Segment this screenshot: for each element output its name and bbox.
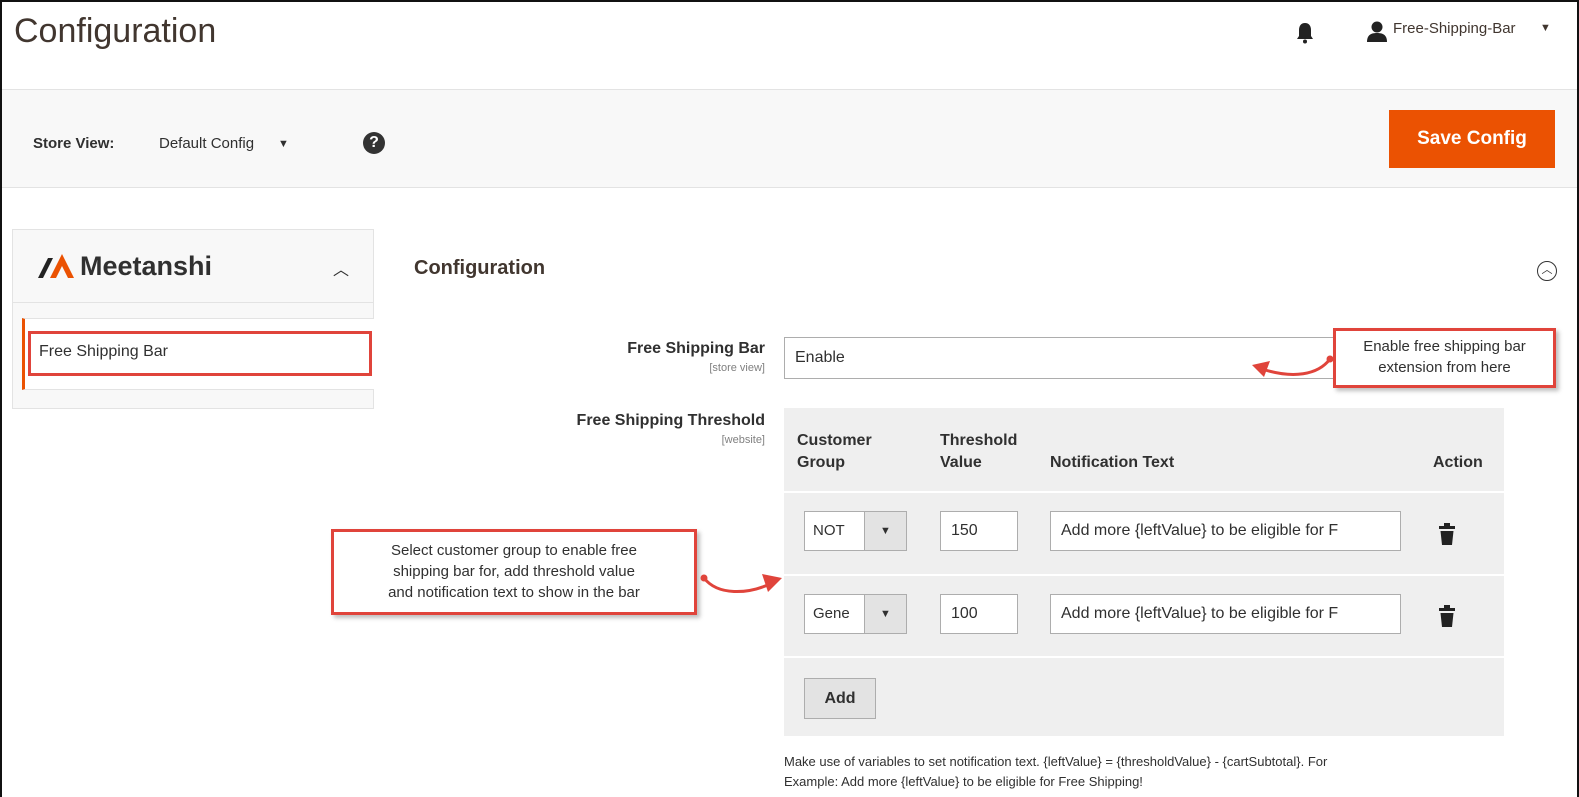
brand-name: Meetanshi <box>80 251 213 281</box>
notification-text-input[interactable]: Add more {leftValue} to be eligible for … <box>1050 511 1401 551</box>
user-icon[interactable] <box>1366 20 1388 42</box>
callout-arrow-icon <box>700 574 782 594</box>
customer-group-select[interactable]: Gene ▼ <box>804 594 907 634</box>
scope-store-view: [store view] <box>709 362 765 374</box>
notification-help-note: Make use of variables to set notificatio… <box>784 754 1328 789</box>
grid-divider <box>784 656 1504 658</box>
callout-customer-group: Select customer group to enable free shi… <box>331 529 697 615</box>
meetanshi-logo-icon <box>38 254 74 278</box>
callout-arrow-icon <box>1252 355 1334 377</box>
threshold-value-input[interactable]: 150 <box>940 511 1018 551</box>
store-view-label: Store View: <box>33 135 115 152</box>
user-name[interactable]: Free-Shipping-Bar <box>1393 20 1516 37</box>
chevron-down-icon: ▼ <box>864 512 906 550</box>
sidebar-item-label[interactable]: Free Shipping Bar <box>39 343 168 361</box>
grid-divider <box>784 574 1504 576</box>
free-shipping-threshold-label: Free Shipping Threshold <box>576 412 765 429</box>
scope-website: [website] <box>721 434 765 446</box>
help-icon[interactable]: ? <box>363 132 385 154</box>
column-header-notification-text: Notification Text <box>1050 454 1175 471</box>
callout-enable: Enable free shipping bar extension from … <box>1333 328 1556 388</box>
threshold-value-input[interactable]: 100 <box>940 594 1018 634</box>
chevron-up-icon[interactable]: ︿ <box>333 256 349 280</box>
save-config-button[interactable]: Save Config <box>1389 110 1555 168</box>
collapse-section-icon[interactable]: ︿ <box>1537 261 1557 281</box>
notification-text-input[interactable]: Add more {leftValue} to be eligible for … <box>1050 594 1401 634</box>
caret-down-icon[interactable]: ▼ <box>1540 22 1551 34</box>
customer-group-select[interactable]: NOT ▼ <box>804 511 907 551</box>
column-header-customer-group: Customer Group <box>797 432 872 471</box>
column-header-action: Action <box>1433 454 1483 471</box>
store-view-select[interactable]: Default Config <box>159 135 254 152</box>
grid-divider <box>784 491 1504 493</box>
column-header-threshold-value: Threshold Value <box>940 432 1018 471</box>
chevron-down-icon[interactable]: ▼ <box>278 138 289 150</box>
free-shipping-bar-label: Free Shipping Bar <box>627 340 765 357</box>
page-title: Configuration <box>14 12 217 50</box>
trash-icon[interactable] <box>1439 605 1455 627</box>
section-title[interactable]: Configuration <box>414 257 545 280</box>
chevron-down-icon: ▼ <box>864 595 906 633</box>
bell-icon[interactable] <box>1296 22 1314 44</box>
trash-icon[interactable] <box>1439 523 1455 545</box>
add-row-button[interactable]: Add <box>804 678 876 719</box>
